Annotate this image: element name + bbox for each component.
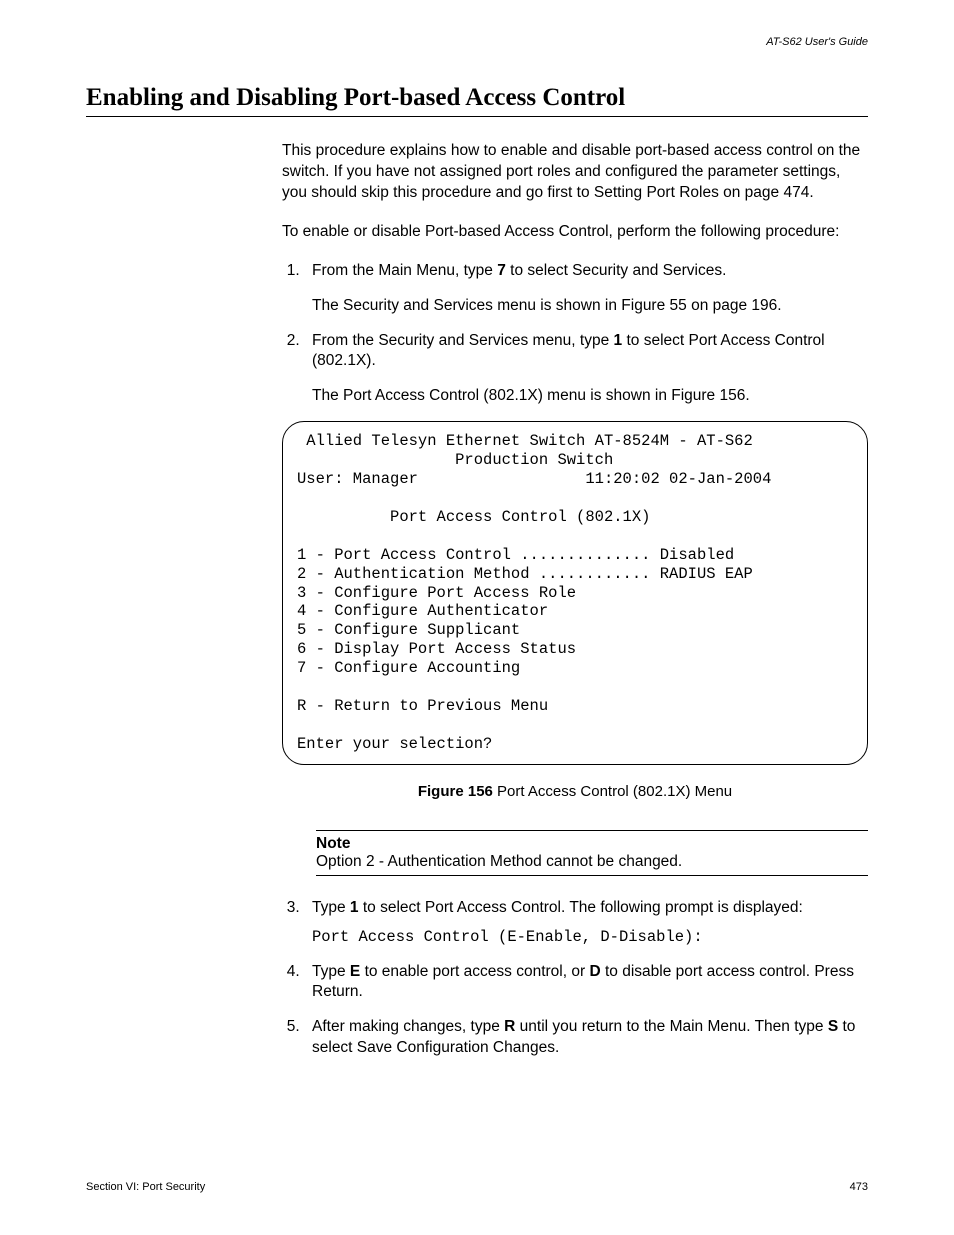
footer-section: Section VI: Port Security <box>86 1181 205 1193</box>
step-3-prompt: Port Access Control (E-Enable, D-Disable… <box>312 927 868 948</box>
figure-caption: Figure 156 Port Access Control (802.1X) … <box>282 783 868 800</box>
intro-paragraph-1: This procedure explains how to enable an… <box>282 141 868 204</box>
step-1: From the Main Menu, type 7 to select Sec… <box>304 261 868 317</box>
step-1-sub: The Security and Services menu is shown … <box>312 296 868 317</box>
page: AT-S62 User's Guide Enabling and Disabli… <box>0 0 954 1235</box>
step-3: Type 1 to select Port Access Control. Th… <box>304 898 868 948</box>
step-4-text-a: Type <box>312 963 350 980</box>
step-2: From the Security and Services menu, typ… <box>304 331 868 408</box>
note-rule-top <box>316 830 868 831</box>
footer: Section VI: Port Security 473 <box>86 1181 868 1193</box>
step-4-key-d: D <box>589 963 600 980</box>
step-2-sub: The Port Access Control (802.1X) menu is… <box>312 386 868 407</box>
step-5-text-a: After making changes, type <box>312 1018 504 1035</box>
step-3-text-a: Type <box>312 899 350 916</box>
step-5-key-s: S <box>828 1018 838 1035</box>
note-title: Note <box>316 835 868 853</box>
figure-caption-text: Port Access Control (802.1X) Menu <box>493 783 732 800</box>
section-title: Enabling and Disabling Port-based Access… <box>86 84 868 112</box>
step-3-key: 1 <box>350 899 359 916</box>
step-1-text-c: to select Security and Services. <box>506 262 727 279</box>
figure-label: Figure 156 <box>418 783 493 800</box>
terminal-screen: Allied Telesyn Ethernet Switch AT-8524M … <box>282 421 868 764</box>
step-4-key-e: E <box>350 963 360 980</box>
step-4: Type E to enable port access control, or… <box>304 962 868 1004</box>
steps-list-2: Type 1 to select Port Access Control. Th… <box>282 898 868 1060</box>
step-1-text-a: From the Main Menu, type <box>312 262 497 279</box>
title-rule <box>86 116 868 117</box>
note-text: Option 2 - Authentication Method cannot … <box>316 853 868 871</box>
intro-paragraph-2: To enable or disable Port-based Access C… <box>282 222 868 243</box>
step-2-text-a: From the Security and Services menu, typ… <box>312 332 614 349</box>
steps-list-1: From the Main Menu, type 7 to select Sec… <box>282 261 868 408</box>
footer-page-number: 473 <box>850 1181 868 1193</box>
header-doc-title: AT-S62 User's Guide <box>86 36 868 48</box>
step-5: After making changes, type R until you r… <box>304 1017 868 1059</box>
body-column: This procedure explains how to enable an… <box>282 141 868 1059</box>
step-1-key: 7 <box>497 262 506 279</box>
step-5-key-r: R <box>504 1018 515 1035</box>
note-rule-bottom <box>316 875 868 876</box>
step-2-key: 1 <box>614 332 623 349</box>
note-block: Note Option 2 - Authentication Method ca… <box>316 830 868 876</box>
step-5-text-c: until you return to the Main Menu. Then … <box>515 1018 827 1035</box>
step-4-text-c: to enable port access control, or <box>360 963 589 980</box>
step-3-text-c: to select Port Access Control. The follo… <box>359 899 803 916</box>
